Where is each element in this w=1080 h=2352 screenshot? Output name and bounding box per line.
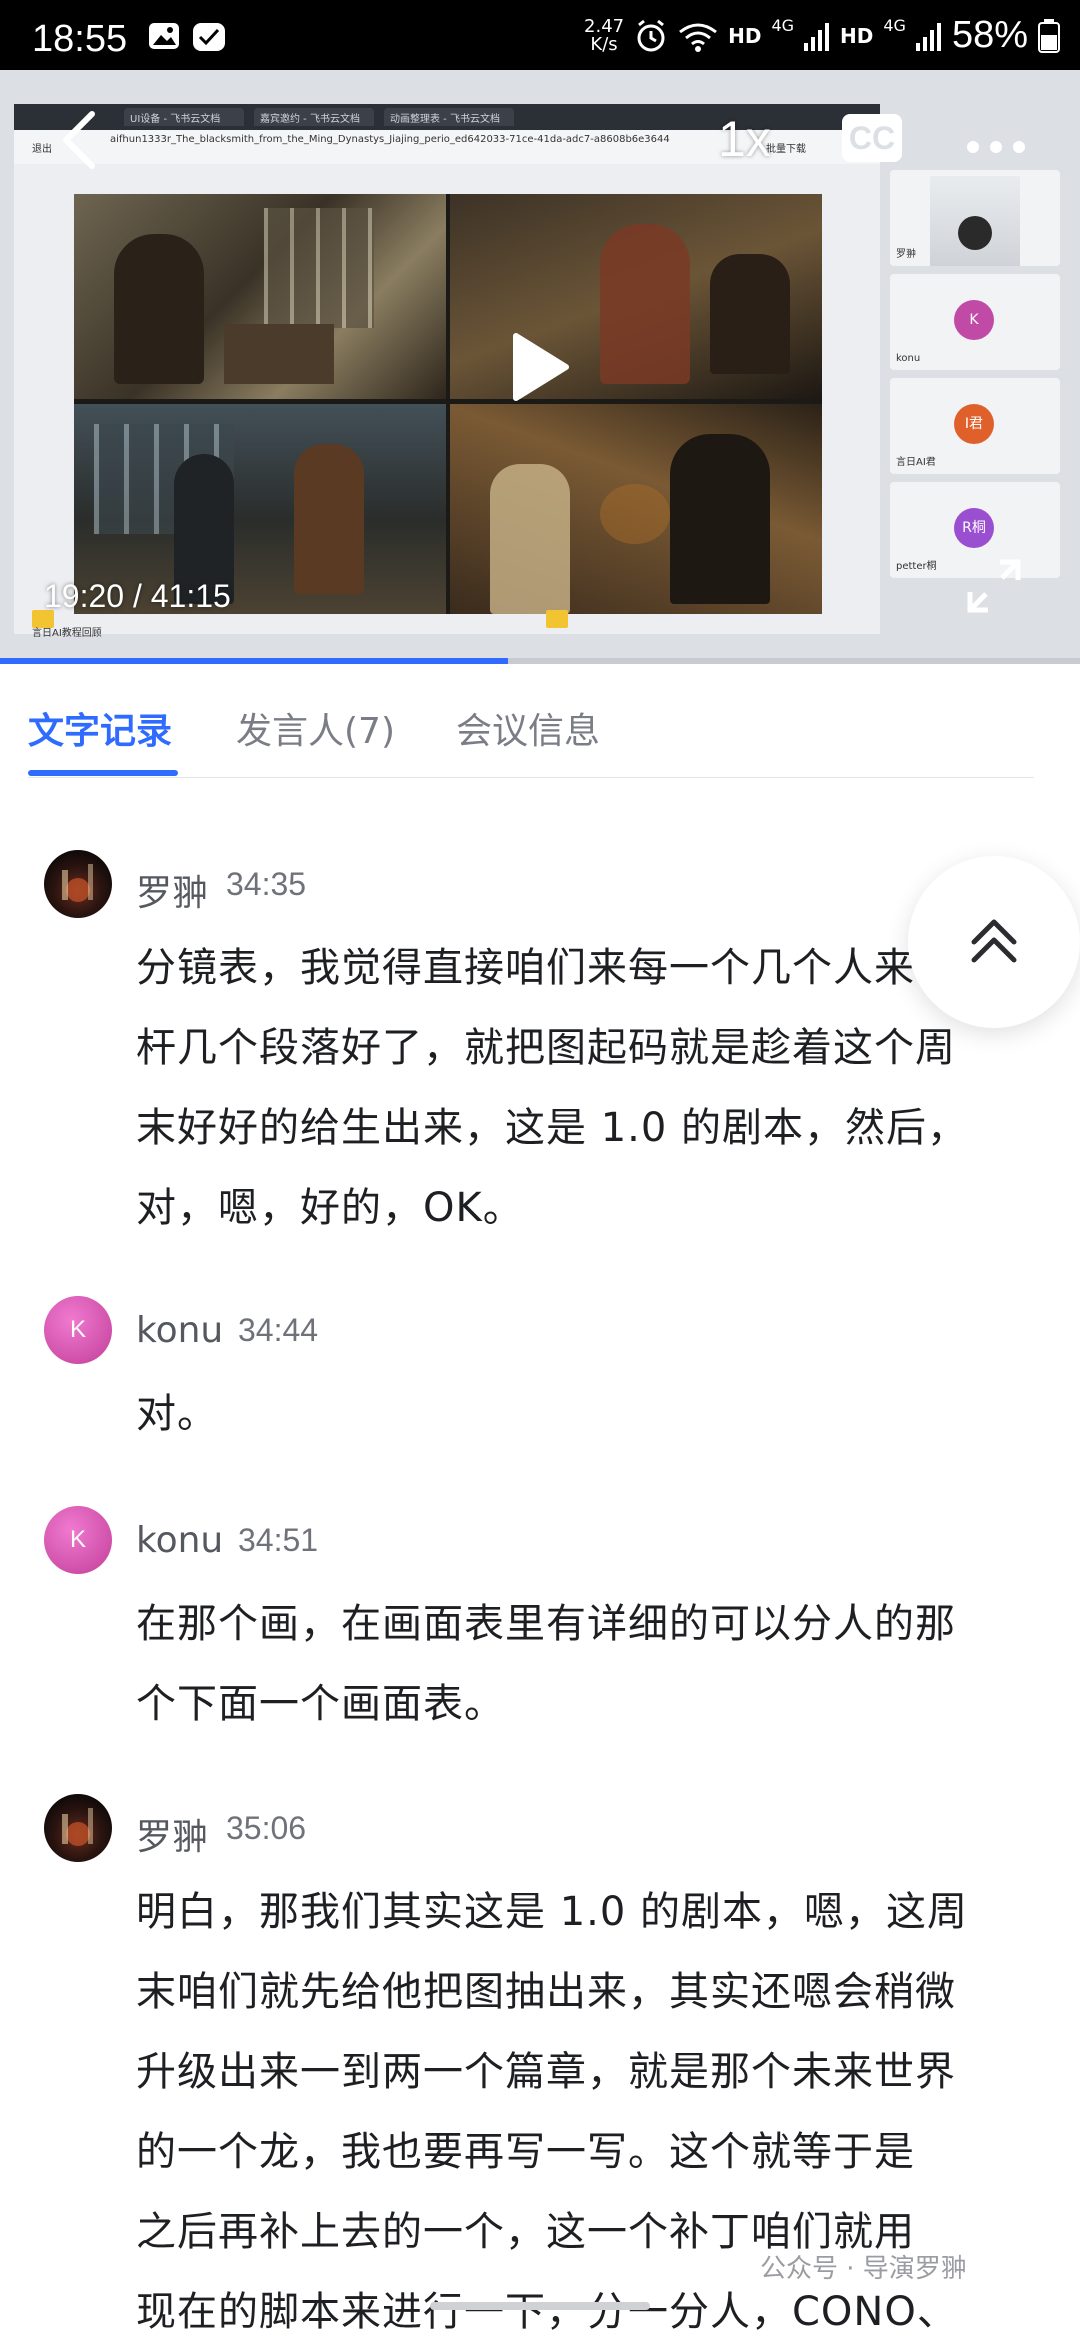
tab-bar: 文字记录 发言人(7) 会议信息 — [0, 664, 1080, 778]
video-time: 19:20 / 41:15 — [44, 578, 231, 614]
playback-speed-button[interactable]: 1x — [718, 110, 771, 168]
play-icon[interactable] — [510, 332, 570, 402]
home-indicator[interactable] — [430, 2302, 650, 2310]
alarm-icon — [637, 19, 665, 51]
speaker-name[interactable]: 罗翀 — [136, 1808, 208, 1860]
participant-card: 罗翀 — [890, 170, 1060, 266]
filename: aifhun1333r_The_blacksmith_from_the_Ming… — [110, 134, 670, 145]
signal-4g-label: 4G — [771, 16, 795, 35]
timestamp[interactable]: 34:51 — [238, 1522, 318, 1559]
scroll-to-top-button[interactable] — [908, 856, 1080, 1028]
wifi-icon — [679, 23, 718, 52]
status-right: 2.47 K/s HD 4G HD 4G 58% — [584, 14, 1060, 57]
fullscreen-icon[interactable] — [966, 558, 1022, 614]
back-label: 退出 — [32, 144, 52, 155]
hd-label-2: HD — [840, 23, 874, 48]
message-text: 在那个画，在画面表里有详细的可以分人的那 个下面一个画面表。 — [136, 1601, 956, 1727]
scene-image — [74, 194, 446, 399]
signal-icon — [804, 22, 830, 51]
avatar[interactable] — [44, 1794, 112, 1862]
avatar[interactable]: K — [44, 1296, 112, 1364]
avatar[interactable] — [44, 850, 112, 918]
tab-meeting-info[interactable]: 会议信息 — [456, 702, 600, 754]
image-preview — [74, 194, 822, 614]
back-arrow-icon[interactable] — [60, 110, 100, 170]
participant-card: K konu — [890, 274, 1060, 370]
active-tab-indicator — [28, 770, 178, 776]
timestamp[interactable]: 34:44 — [238, 1312, 318, 1349]
browser-tab: 嘉宾邀约 - 飞书云文档 — [254, 108, 374, 126]
divider — [28, 777, 1034, 778]
download-label: 批量下载 — [766, 144, 806, 155]
message-text: 分镜表，我觉得直接咱们来每一个几个人来 杆几个段落好了，就把图起码就是趁着这个周… — [136, 945, 969, 1231]
hd-label: HD — [728, 23, 762, 48]
signal-4g-label-2: 4G — [883, 16, 906, 35]
sticky-note-icon — [546, 610, 568, 628]
net-speed: 2.47 K/s — [584, 15, 625, 55]
browser-tab: 动画整理表 - 飞书云文档 — [384, 108, 514, 126]
timestamp[interactable]: 34:35 — [226, 866, 306, 903]
signal-icon-2 — [915, 22, 941, 51]
tab-transcript[interactable]: 文字记录 — [28, 702, 172, 754]
message-text: 对。 — [136, 1391, 218, 1437]
clock: 18:55 — [32, 18, 128, 60]
tab-speakers[interactable]: 发言人(7) — [236, 702, 395, 754]
avatar[interactable]: K — [44, 1506, 112, 1574]
more-options-icon[interactable] — [966, 140, 1026, 154]
video-player[interactable]: UI设备 - 飞书云文档 嘉宾邀约 - 飞书云文档 动画整理表 - 飞书云文档 … — [0, 70, 1080, 662]
speaker-name[interactable]: 罗翀 — [136, 864, 208, 916]
bottom-label: 言日AI教程回顾 — [32, 628, 102, 639]
browser-tab: UI设备 - 飞书云文档 — [124, 108, 244, 126]
gallery-icon — [149, 23, 179, 49]
battery-icon — [1038, 18, 1060, 53]
scene-image — [450, 404, 822, 614]
watermark: 公众号 · 导演罗翀 — [760, 2254, 967, 2284]
double-chevron-up-icon — [971, 919, 1017, 963]
task-check-icon — [193, 23, 225, 51]
battery-percent: 58% — [951, 14, 1028, 56]
participant-card: I君 言日AI君 — [890, 378, 1060, 474]
shared-screen: UI设备 - 飞书云文档 嘉宾邀约 - 飞书云文档 动画整理表 - 飞书云文档 … — [14, 104, 880, 639]
timestamp[interactable]: 35:06 — [226, 1810, 306, 1847]
speaker-name[interactable]: konu — [136, 1520, 223, 1561]
scene-image — [450, 194, 822, 399]
speaker-name[interactable]: konu — [136, 1310, 223, 1351]
status-bar: 18:55 2.47 K/s HD 4G HD 4G 58% — [0, 0, 1080, 70]
captions-button[interactable]: CC — [842, 114, 902, 162]
